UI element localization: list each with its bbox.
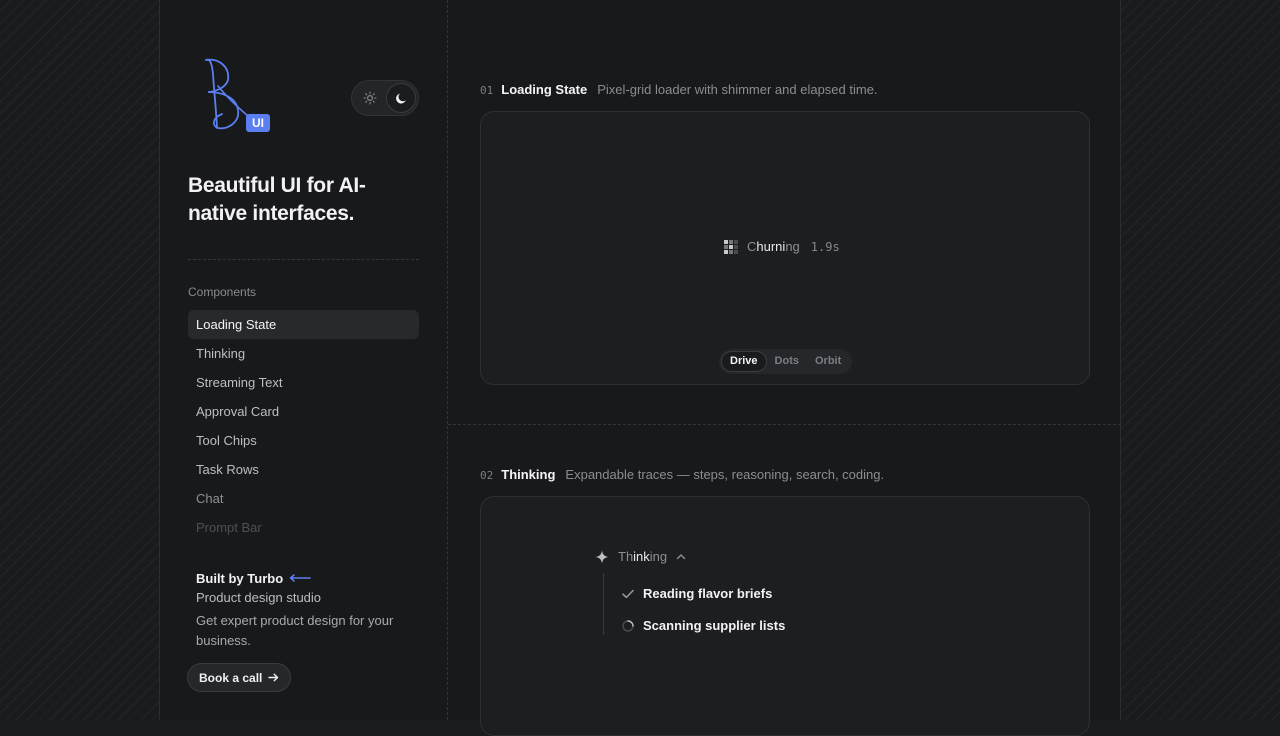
- promo-description: Get expert product design for your busin…: [196, 613, 394, 648]
- section-description: Pixel-grid loader with shimmer and elaps…: [597, 82, 878, 97]
- loader-label: Churning: [747, 239, 800, 254]
- theme-toggle[interactable]: [351, 80, 419, 116]
- component-nav: Loading State Thinking Streaming Text Ap…: [188, 310, 419, 542]
- section-header-loading-state: 01 Loading State Pixel-grid loader with …: [480, 82, 878, 97]
- sidebar-item-task-rows[interactable]: Task Rows: [188, 455, 419, 484]
- sidebar-item-chat[interactable]: Chat: [188, 484, 419, 513]
- dark-mode-option[interactable]: [386, 83, 416, 113]
- sidebar: UI Beautiful UI for AI-native interfaces…: [160, 0, 448, 720]
- sidebar-item-tool-chips[interactable]: Tool Chips: [188, 426, 419, 455]
- book-call-button[interactable]: Book a call: [187, 663, 292, 692]
- section-title: Loading State: [501, 82, 588, 97]
- promo-block: Built by Turbo Product design studio Get…: [196, 568, 406, 651]
- tagline: Beautiful UI for AI-native interfaces.: [188, 174, 366, 225]
- loading-state-preview-card: Churning 1.9s Drive Dots Orbit: [480, 111, 1090, 385]
- sidebar-heading: Components: [188, 285, 257, 299]
- trace-line: [603, 573, 604, 635]
- sidebar-item-streaming-text[interactable]: Streaming Text: [188, 368, 419, 397]
- chevron-up-icon: [676, 554, 686, 560]
- trace-step-done: Reading flavor briefs: [621, 586, 772, 601]
- sun-icon: [363, 91, 377, 105]
- moon-icon: [395, 93, 406, 103]
- section-number: 02: [480, 469, 494, 482]
- promo-title: Built by Turbo: [196, 570, 284, 586]
- step-label: Scanning supplier lists: [643, 618, 786, 633]
- elapsed-time: 1.9s: [810, 239, 840, 254]
- variant-orbit[interactable]: Orbit: [807, 351, 849, 372]
- section-title: Thinking: [501, 467, 556, 482]
- sidebar-item-approval-card[interactable]: Approval Card: [188, 397, 419, 426]
- variant-dots[interactable]: Dots: [767, 351, 807, 372]
- sidebar-divider: [188, 259, 419, 260]
- variant-drive[interactable]: Drive: [721, 351, 767, 372]
- pixel-grid-loader-icon: [724, 239, 738, 254]
- logo-badge-text: UI: [252, 116, 264, 130]
- section-description: Expandable traces — steps, reasoning, se…: [565, 467, 885, 482]
- light-mode-option[interactable]: [355, 83, 385, 113]
- step-label: Reading flavor briefs: [643, 586, 773, 601]
- sidebar-item-thinking[interactable]: Thinking: [188, 339, 419, 368]
- spinner-icon: [622, 619, 634, 632]
- thinking-label: Thinking: [618, 549, 668, 564]
- thinking-toggle[interactable]: Thinking: [595, 549, 686, 564]
- trace-step-in-progress: Scanning supplier lists: [621, 618, 785, 633]
- check-icon: [622, 589, 634, 598]
- section-header-thinking: 02 Thinking Expandable traces — steps, r…: [480, 467, 884, 482]
- arrow-right-icon: [268, 673, 279, 682]
- promo-title-row[interactable]: Built by Turbo: [196, 568, 406, 588]
- loading-indicator: Churning 1.9s: [724, 239, 840, 254]
- sparkle-icon: [595, 550, 609, 563]
- page-frame: UI Beautiful UI for AI-native interfaces…: [159, 0, 1121, 736]
- brand-logo[interactable]: UI: [200, 56, 274, 136]
- sidebar-item-prompt-bar[interactable]: Prompt Bar: [188, 513, 419, 542]
- promo-subtitle: Product design studio: [196, 590, 322, 605]
- sidebar-item-loading-state[interactable]: Loading State: [188, 310, 419, 339]
- section-number: 01: [480, 84, 494, 97]
- loader-variant-switcher: Drive Dots Orbit: [719, 349, 852, 374]
- section-divider: [448, 424, 1121, 425]
- book-call-label: Book a call: [199, 670, 263, 685]
- arrow-left-icon: [289, 574, 311, 582]
- thinking-preview-card: Thinking Reading flavor briefs Scanning …: [480, 496, 1090, 736]
